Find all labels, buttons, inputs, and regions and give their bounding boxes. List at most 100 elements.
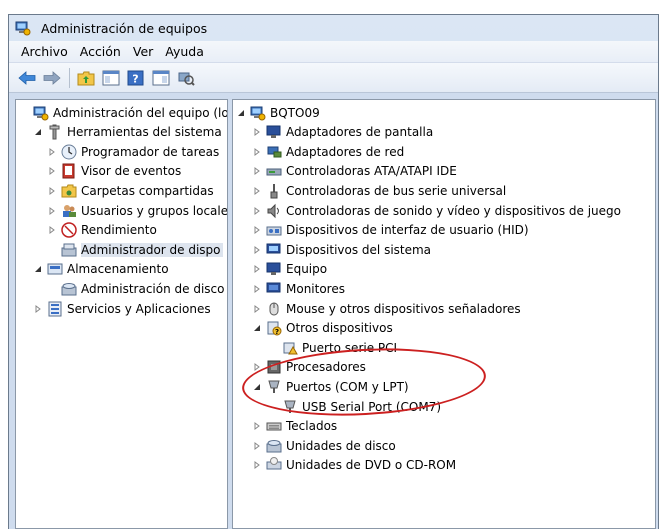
expander-closed-icon[interactable] <box>252 362 262 372</box>
device-tree-item[interactable]: Dispositivos del sistema <box>252 240 431 259</box>
show-hide-tree-button[interactable] <box>101 68 121 88</box>
tree-item-label: Dispositivos de interfaz de usuario (HID… <box>286 223 529 238</box>
expander-closed-icon[interactable] <box>47 225 57 235</box>
up-folder-button[interactable] <box>76 68 96 88</box>
disk-icon <box>266 439 282 453</box>
expander-closed-icon[interactable] <box>47 206 57 216</box>
triangle-right-icon <box>254 284 260 293</box>
device-tree-item[interactable]: Unidades de disco <box>252 436 396 455</box>
show-action-pane-button[interactable] <box>151 68 171 88</box>
forward-button[interactable] <box>42 68 62 88</box>
expander-closed-icon[interactable] <box>252 186 262 196</box>
expander-closed-icon[interactable] <box>252 421 262 431</box>
tree-item-label: BQTO09 <box>270 105 320 120</box>
tree-item-label: Servicios y Aplicaciones <box>67 301 211 316</box>
ide-icon <box>266 168 282 176</box>
console-tree-item[interactable]: Rendimiento <box>47 221 157 240</box>
device-tree-item[interactable]: Controladoras de sonido y vídeo y dispos… <box>252 201 621 220</box>
device-tree-item[interactable]: USB Serial Port (COM7) <box>268 397 441 416</box>
tree-item-label: Teclados <box>286 419 338 434</box>
tree-item-label: Procesadores <box>286 360 366 375</box>
device-tree-item[interactable]: Puerto serie PCI <box>268 338 397 357</box>
help-button[interactable]: ? <box>126 68 146 88</box>
device-tree-item[interactable]: Controladoras de bus serie universal <box>252 181 506 200</box>
console-tree-item[interactable]: Visor de eventos <box>47 162 181 181</box>
triangle-right-icon <box>49 167 55 176</box>
system-icon <box>266 243 281 254</box>
console-tree-item[interactable]: Servicios y Aplicaciones <box>33 299 211 318</box>
triangle-down-icon <box>35 266 41 273</box>
device-tree-item[interactable]: Unidades de DVD o CD-ROM <box>252 456 456 475</box>
device-tree-item[interactable]: Adaptadores de red <box>252 142 404 161</box>
device-tree-item[interactable]: Teclados <box>252 417 337 436</box>
device-tree-item[interactable]: Mouse y otros dispositivos señaladores <box>252 299 521 318</box>
console-tree-item[interactable]: Carpetas compartidas <box>47 181 214 200</box>
triangle-down-icon <box>254 383 260 390</box>
device-tree-item[interactable]: Dispositivos de interfaz de usuario (HID… <box>252 221 529 240</box>
expander-none <box>47 245 57 255</box>
tree-item-label: Visor de eventos <box>81 164 182 179</box>
window: Administración de equipos Archivo Acción… <box>0 0 667 529</box>
triangle-down-icon <box>238 109 244 116</box>
console-tree-item[interactable]: Administrador de dispo <box>47 240 223 259</box>
forward-arrow-icon <box>43 70 61 85</box>
scan-hardware-icon <box>178 72 195 86</box>
expander-open-icon[interactable] <box>33 127 43 137</box>
device-tree-item[interactable]: Puertos (COM y LPT) <box>252 377 409 396</box>
console-tree-item[interactable]: Programador de tareas <box>47 142 219 161</box>
console-tree-item[interactable]: Herramientas del sistema <box>33 123 222 142</box>
cpu-icon <box>267 360 281 374</box>
menu-accion[interactable]: Acción <box>74 44 127 59</box>
mouse-icon <box>269 302 279 315</box>
scan-hardware-button[interactable] <box>176 68 196 88</box>
expander-closed-icon[interactable] <box>252 441 262 451</box>
device-tree-item[interactable]: Controladoras ATA/ATAPI IDE <box>252 162 457 181</box>
expander-closed-icon[interactable] <box>252 127 262 137</box>
expander-open-icon[interactable] <box>252 382 262 392</box>
computer-management-icon <box>15 21 31 36</box>
device-tree-item[interactable]: Procesadores <box>252 358 366 377</box>
triangle-down-icon <box>254 325 260 332</box>
expander-closed-icon[interactable] <box>252 206 262 216</box>
console-tree-item[interactable]: Administración del equipo (loc <box>19 103 227 122</box>
expander-closed-icon[interactable] <box>252 245 262 255</box>
device-tree-item[interactable]: BQTO09 <box>236 103 320 122</box>
device-tree-item[interactable]: Monitores <box>252 279 345 298</box>
devmgr-icon <box>61 243 77 257</box>
expander-open-icon[interactable] <box>252 323 262 333</box>
menu-ayuda[interactable]: Ayuda <box>159 44 210 59</box>
expander-closed-icon[interactable] <box>47 186 57 196</box>
console-tree-item[interactable]: Almacenamiento <box>33 260 169 279</box>
expander-open-icon[interactable] <box>236 108 246 118</box>
expander-closed-icon[interactable] <box>47 147 57 157</box>
menu-ver[interactable]: Ver <box>127 44 159 59</box>
triangle-right-icon <box>254 245 260 254</box>
clock-icon <box>61 144 77 160</box>
device-tree-item[interactable]: ? Otros dispositivos <box>252 319 393 338</box>
device-tree-item[interactable]: Equipo <box>252 260 327 279</box>
tree-item-label: Puertos (COM y LPT) <box>286 379 409 394</box>
expander-closed-icon[interactable] <box>252 284 262 294</box>
expander-closed-icon[interactable] <box>252 460 262 470</box>
tree-item-label: Dispositivos del sistema <box>286 242 432 257</box>
monitor-icon <box>266 282 281 293</box>
expander-closed-icon[interactable] <box>33 304 43 314</box>
expander-closed-icon[interactable] <box>252 304 262 314</box>
expander-closed-icon[interactable] <box>252 166 262 176</box>
expander-open-icon[interactable] <box>33 264 43 274</box>
console-tree-item[interactable]: Administración de disco <box>47 279 224 298</box>
expander-closed-icon[interactable] <box>47 166 57 176</box>
perf-icon <box>61 222 77 238</box>
console-tree-item[interactable]: Usuarios y grupos locale <box>47 201 227 220</box>
device-tree-item[interactable]: Adaptadores de pantalla <box>252 123 433 142</box>
expander-closed-icon[interactable] <box>252 147 262 157</box>
menu-archivo[interactable]: Archivo <box>15 44 74 59</box>
back-button[interactable] <box>17 68 37 88</box>
sound-icon <box>267 203 279 218</box>
expander-none <box>268 402 278 412</box>
expander-closed-icon[interactable] <box>252 225 262 235</box>
triangle-right-icon <box>254 167 260 176</box>
expander-closed-icon[interactable] <box>252 264 262 274</box>
title-bar: Administración de equipos <box>9 15 658 41</box>
tree-item-label: Herramientas del sistema <box>67 125 222 140</box>
